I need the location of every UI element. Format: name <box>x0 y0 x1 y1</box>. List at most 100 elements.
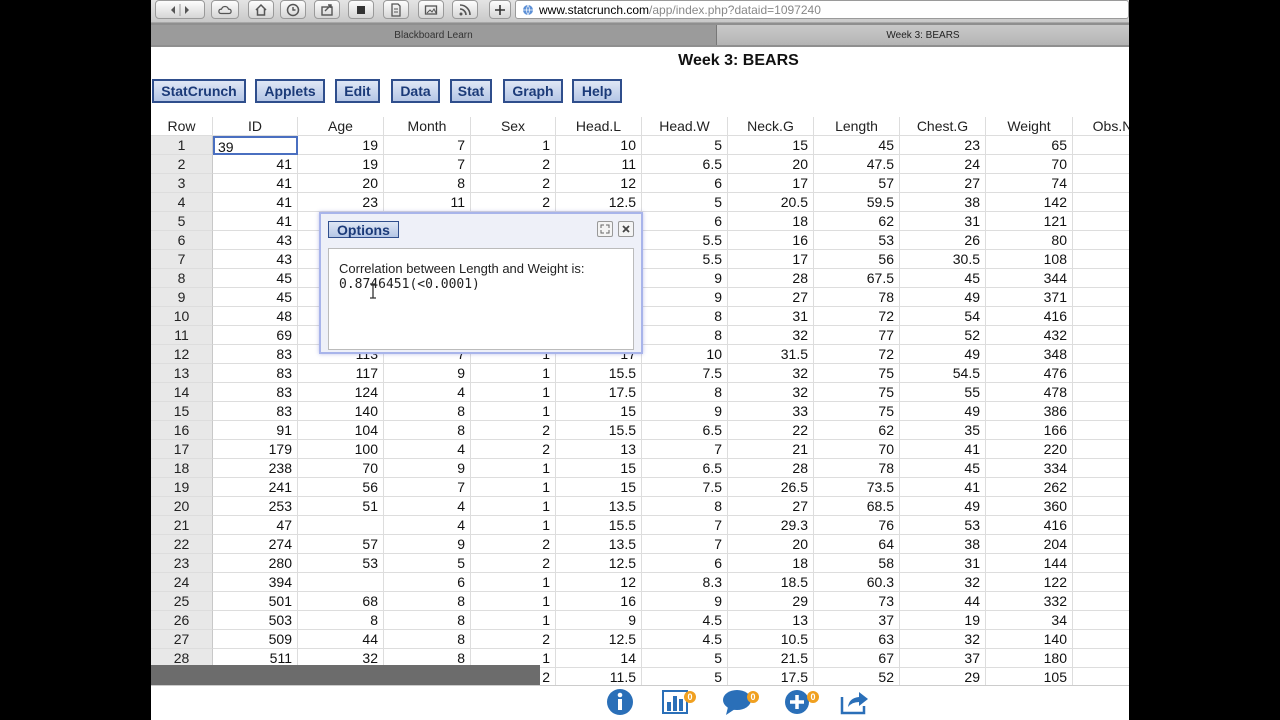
table-cell[interactable] <box>1073 478 1129 497</box>
column-header[interactable]: Month <box>384 117 471 136</box>
table-cell[interactable]: 37 <box>814 611 900 630</box>
table-cell[interactable]: 83 <box>213 383 298 402</box>
table-cell[interactable]: 10 <box>556 136 642 155</box>
table-cell[interactable]: 476 <box>986 364 1073 383</box>
table-cell[interactable]: 179 <box>213 440 298 459</box>
info-icon[interactable] <box>603 687 637 717</box>
table-cell[interactable]: 69 <box>213 326 298 345</box>
table-cell[interactable] <box>298 516 384 535</box>
table-cell[interactable]: 416 <box>986 307 1073 326</box>
menu-statcrunch[interactable]: StatCrunch <box>152 79 246 103</box>
icloud-button[interactable] <box>211 0 239 19</box>
table-cell[interactable]: 5 <box>642 193 728 212</box>
table-cell[interactable]: 37 <box>900 649 986 668</box>
table-cell[interactable]: 23 <box>900 136 986 155</box>
table-cell[interactable]: 2 <box>471 155 556 174</box>
table-cell[interactable]: 78 <box>814 459 900 478</box>
table-cell[interactable]: 8 <box>384 611 471 630</box>
table-cell[interactable]: 1 <box>471 459 556 478</box>
table-cell[interactable] <box>1073 383 1129 402</box>
table-cell[interactable]: 8 <box>384 402 471 421</box>
table-cell[interactable]: 10.5 <box>728 630 814 649</box>
table-cell[interactable]: 15.5 <box>556 421 642 440</box>
table-cell[interactable]: 1 <box>471 516 556 535</box>
menu-help[interactable]: Help <box>572 79 622 103</box>
table-cell[interactable]: 9 <box>384 364 471 383</box>
menu-edit[interactable]: Edit <box>335 79 380 103</box>
table-cell[interactable]: 503 <box>213 611 298 630</box>
table-cell[interactable]: 2 <box>471 535 556 554</box>
new-tab-button[interactable] <box>489 0 511 19</box>
table-cell[interactable]: 11 <box>384 193 471 212</box>
table-cell[interactable]: 238 <box>213 459 298 478</box>
table-cell[interactable]: 64 <box>814 535 900 554</box>
table-cell[interactable] <box>1073 516 1129 535</box>
table-cell[interactable]: 12.5 <box>556 630 642 649</box>
tab-week3-bears[interactable]: Week 3: BEARS <box>717 25 1129 45</box>
table-cell[interactable]: 38 <box>900 193 986 212</box>
table-cell[interactable] <box>1073 440 1129 459</box>
table-cell[interactable]: 9 <box>642 402 728 421</box>
table-cell[interactable]: 1 <box>471 364 556 383</box>
table-cell[interactable]: 5.5 <box>642 250 728 269</box>
table-cell[interactable]: 10 <box>642 345 728 364</box>
column-header[interactable]: Obs.N <box>1073 117 1129 136</box>
reader-button[interactable] <box>383 0 409 19</box>
home-button[interactable] <box>248 0 274 19</box>
table-cell[interactable]: 2 <box>471 193 556 212</box>
table-cell[interactable]: 77 <box>814 326 900 345</box>
table-cell[interactable] <box>1073 155 1129 174</box>
table-cell[interactable]: 70 <box>814 440 900 459</box>
table-cell[interactable]: 15 <box>556 459 642 478</box>
table-cell[interactable]: 9 <box>384 459 471 478</box>
table-cell[interactable]: 6 <box>642 174 728 193</box>
table-cell[interactable]: 32 <box>728 383 814 402</box>
table-cell[interactable]: 49 <box>900 288 986 307</box>
table-cell[interactable]: 23 <box>298 193 384 212</box>
table-cell[interactable]: 22 <box>728 421 814 440</box>
table-cell[interactable]: 7 <box>384 155 471 174</box>
table-cell[interactable]: 394 <box>213 573 298 592</box>
table-cell[interactable]: 41 <box>213 212 298 231</box>
column-header[interactable]: Head.W <box>642 117 728 136</box>
table-cell[interactable] <box>1073 459 1129 478</box>
table-cell[interactable] <box>1073 326 1129 345</box>
table-cell[interactable]: 5 <box>642 649 728 668</box>
table-cell[interactable]: 31 <box>728 307 814 326</box>
table-cell[interactable]: 140 <box>986 630 1073 649</box>
table-cell[interactable]: 7.5 <box>642 478 728 497</box>
table-cell[interactable]: 26.5 <box>728 478 814 497</box>
table-cell[interactable]: 53 <box>900 516 986 535</box>
table-cell[interactable]: 48 <box>213 307 298 326</box>
table-cell[interactable]: 31 <box>900 554 986 573</box>
table-cell[interactable]: 38 <box>900 535 986 554</box>
table-cell[interactable]: 8.3 <box>642 573 728 592</box>
table-cell[interactable]: 8 <box>384 630 471 649</box>
table-cell[interactable]: 32 <box>728 364 814 383</box>
table-cell[interactable]: 2 <box>471 421 556 440</box>
table-cell[interactable]: 58 <box>814 554 900 573</box>
table-cell[interactable]: 1 <box>471 402 556 421</box>
table-cell[interactable]: 6.5 <box>642 459 728 478</box>
table-cell[interactable] <box>1073 136 1129 155</box>
table-cell[interactable]: 18 <box>728 212 814 231</box>
table-cell[interactable]: 24 <box>900 155 986 174</box>
table-cell[interactable]: 344 <box>986 269 1073 288</box>
table-cell[interactable]: 53 <box>298 554 384 573</box>
table-cell[interactable]: 31 <box>900 212 986 231</box>
table-cell[interactable]: 1 <box>471 383 556 402</box>
stop-button[interactable] <box>348 0 374 19</box>
table-cell[interactable]: 91 <box>213 421 298 440</box>
dialog-title[interactable]: Options <box>328 221 399 238</box>
table-cell[interactable]: 12.5 <box>556 193 642 212</box>
table-cell[interactable]: 54.5 <box>900 364 986 383</box>
table-cell[interactable]: 51 <box>298 497 384 516</box>
table-cell[interactable]: 334 <box>986 459 1073 478</box>
table-cell[interactable]: 18.5 <box>728 573 814 592</box>
close-icon[interactable] <box>618 221 634 237</box>
table-cell[interactable]: 15 <box>556 402 642 421</box>
table-cell[interactable]: 15 <box>556 478 642 497</box>
table-cell[interactable]: 108 <box>986 250 1073 269</box>
table-cell[interactable]: 44 <box>298 630 384 649</box>
table-cell[interactable]: 29 <box>728 592 814 611</box>
